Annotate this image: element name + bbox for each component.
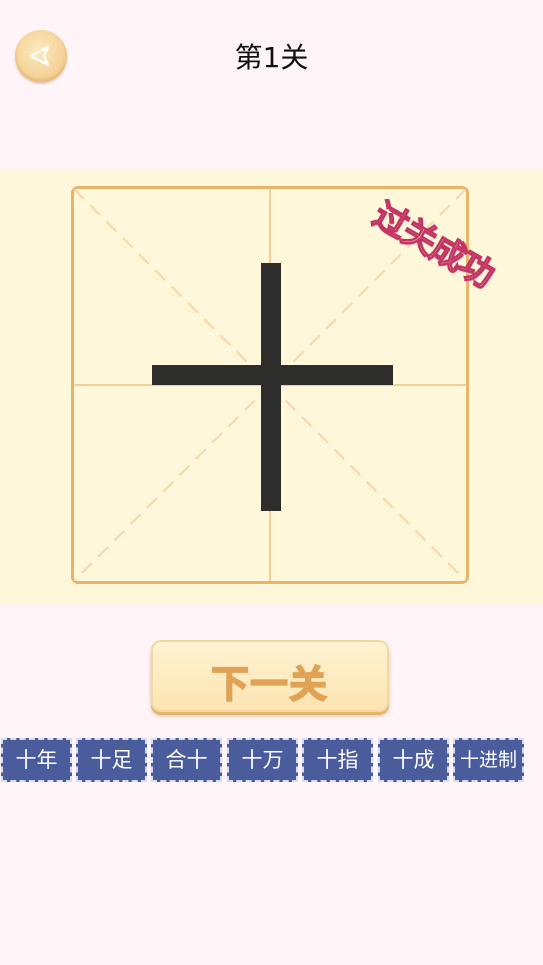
vertical-stroke: [261, 263, 281, 511]
word-tile[interactable]: 十万: [227, 738, 298, 782]
word-tile[interactable]: 十年: [1, 738, 72, 782]
word-tile[interactable]: 十成: [378, 738, 449, 782]
word-tile[interactable]: 十进制: [453, 738, 524, 782]
header: 第1关: [0, 0, 543, 110]
next-level-label: 下一关: [211, 662, 329, 707]
page-title: 第1关: [234, 41, 309, 74]
next-level-button[interactable]: 下一关: [151, 640, 389, 712]
word-tile[interactable]: 十指: [302, 738, 373, 782]
word-tile[interactable]: 合十: [151, 738, 222, 782]
word-list: 十年 十足 合十 十万 十指 十成 十进制: [0, 738, 543, 783]
word-tile[interactable]: 十足: [76, 738, 147, 782]
